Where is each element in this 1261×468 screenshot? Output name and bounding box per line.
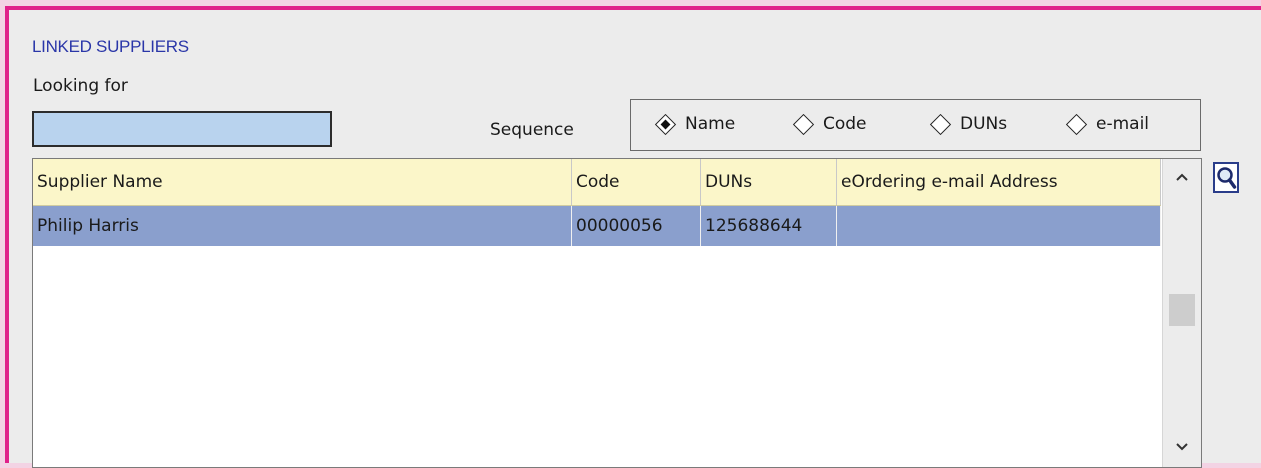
sequence-option-label: Code (823, 114, 867, 134)
chevron-down-icon[interactable] (1163, 433, 1201, 461)
sequence-radio-group: Name Code DUNs e-mail (630, 99, 1201, 151)
radio-unchecked-icon (1065, 113, 1088, 135)
cell-duns: 125688644 (701, 206, 837, 246)
column-header-supplier-name[interactable]: Supplier Name (33, 159, 572, 205)
sequence-option-code[interactable]: Code (792, 113, 867, 135)
sequence-option-label: e-mail (1096, 114, 1150, 134)
cell-code: 00000056 (572, 206, 701, 246)
sequence-option-label: DUNs (960, 114, 1008, 134)
looking-for-input[interactable] (32, 111, 332, 147)
column-header-code[interactable]: Code (572, 159, 701, 205)
scrollbar-thumb[interactable] (1169, 294, 1195, 326)
sequence-option-email[interactable]: e-mail (1065, 113, 1150, 135)
radio-checked-icon (654, 113, 677, 135)
section-title: LINKED SUPPLIERS (32, 37, 189, 56)
sequence-option-duns[interactable]: DUNs (929, 113, 1008, 135)
suppliers-grid: Supplier Name Code DUNs eOrdering e-mail… (32, 158, 1202, 468)
linked-suppliers-panel: LINKED SUPPLIERS Looking for Sequence Na… (5, 6, 1261, 468)
column-header-duns[interactable]: DUNs (701, 159, 837, 205)
radio-unchecked-icon (929, 113, 952, 135)
sequence-option-label: Name (685, 114, 736, 134)
sequence-option-name[interactable]: Name (654, 113, 736, 135)
grid-header: Supplier Name Code DUNs eOrdering e-mail… (33, 159, 1161, 206)
chevron-up-icon[interactable] (1163, 163, 1201, 191)
table-row[interactable]: Philip Harris 00000056 125688644 (33, 206, 1161, 246)
radio-unchecked-icon (792, 113, 815, 135)
sequence-label: Sequence (490, 120, 574, 140)
column-header-email[interactable]: eOrdering e-mail Address (837, 159, 1161, 205)
looking-for-label: Looking for (33, 76, 128, 96)
cell-supplier-name: Philip Harris (33, 206, 572, 246)
cell-email (837, 206, 1161, 246)
vertical-scrollbar[interactable] (1162, 159, 1201, 467)
search-button[interactable] (1213, 162, 1239, 193)
magnifier-icon (1217, 167, 1237, 189)
